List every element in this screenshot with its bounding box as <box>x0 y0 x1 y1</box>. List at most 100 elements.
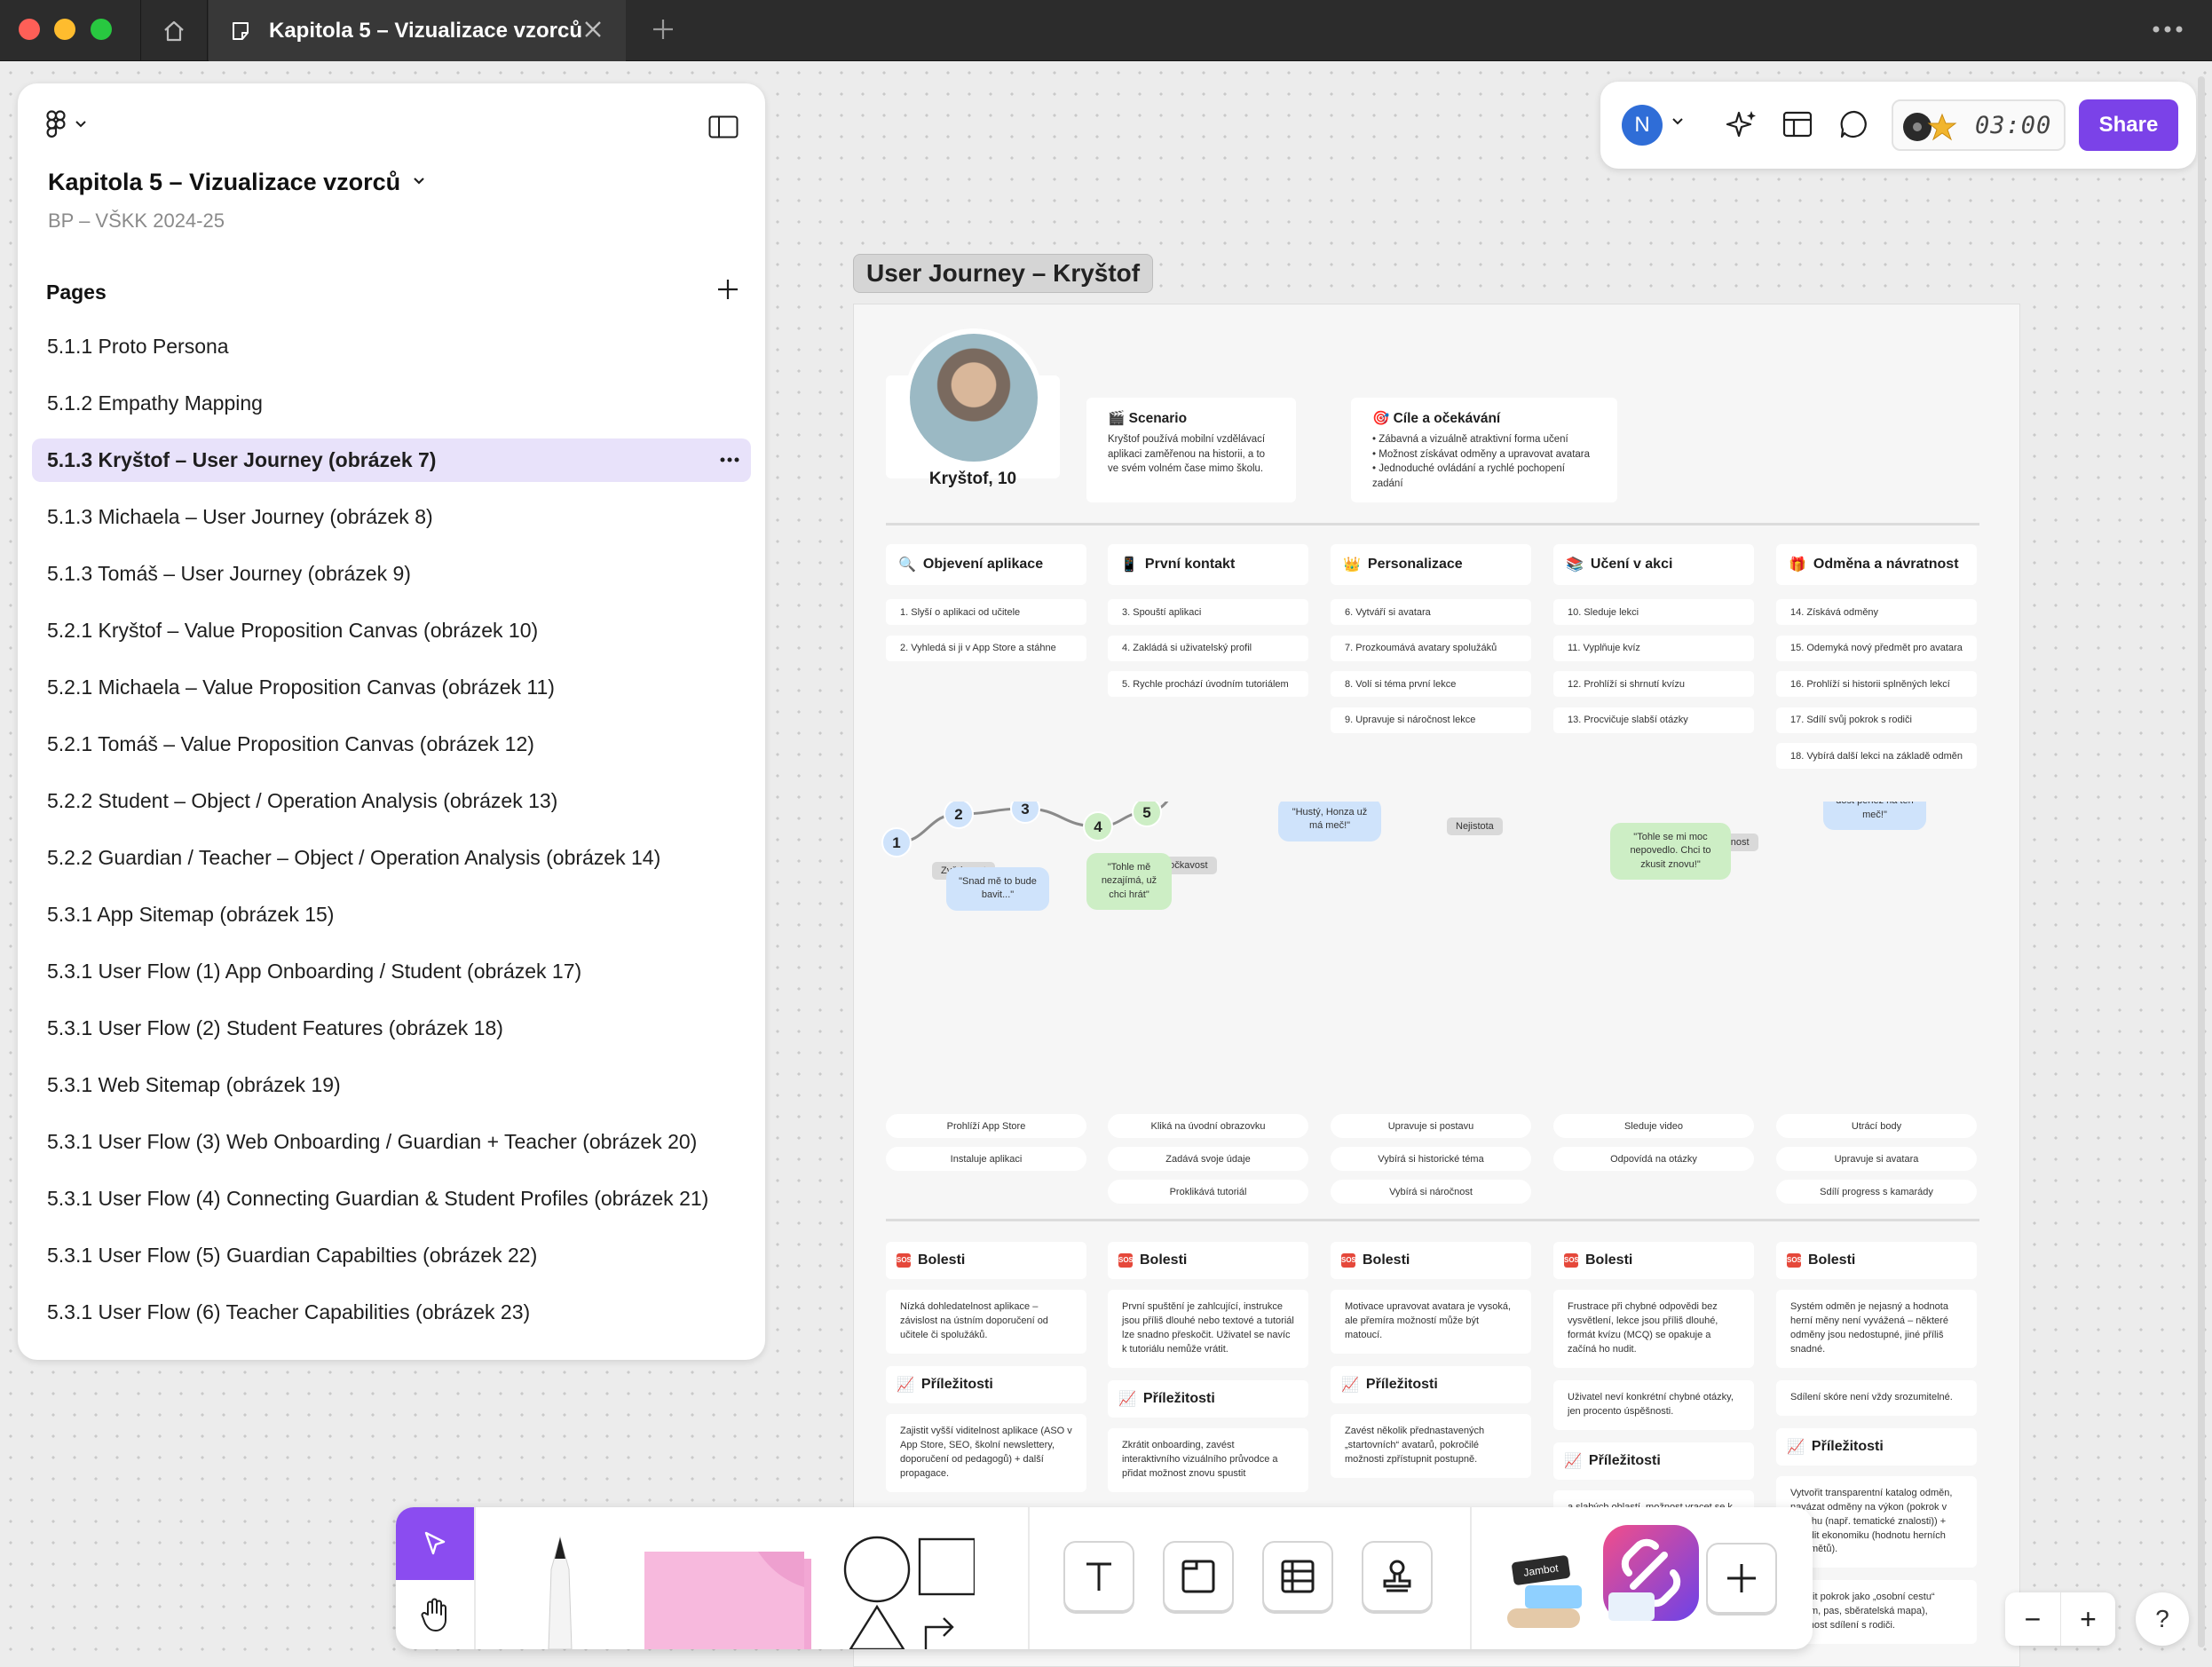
close-window-button[interactable] <box>19 19 40 40</box>
close-tab-icon[interactable] <box>581 18 604 41</box>
page-item[interactable]: 5.3.1 User Flow (5) Guardian Capabilties… <box>32 1234 751 1277</box>
pains-header-text: Bolesti <box>1363 1252 1410 1268</box>
stickers-widgets-tool[interactable]: Jambot <box>1505 1552 1594 1631</box>
opportunities-header-text: Příležitosti <box>1588 1452 1661 1468</box>
journey-node: 1 <box>881 827 912 857</box>
action-pill: Vybírá si historické téma <box>1331 1147 1531 1171</box>
left-panel: Kapitola 5 – Vizualizace vzorců BP – VŠK… <box>18 83 765 1360</box>
note-card: Zajistit vyšší viditelnost aplikace (ASO… <box>886 1413 1086 1492</box>
page-item[interactable]: 5.2.2 Guardian / Teacher – Object / Oper… <box>32 836 751 880</box>
goals-list: • Zábavná a vizuálně atraktivní forma uč… <box>1372 432 1596 492</box>
page-item[interactable]: 5.2.1 Tomáš – Value Proposition Canvas (… <box>32 723 751 766</box>
select-tool[interactable] <box>396 1507 474 1580</box>
page-item[interactable]: 5.2.1 Kryštof – Value Proposition Canvas… <box>32 609 751 652</box>
page-item[interactable]: 5.1.3 Michaela – User Journey (obrázek 8… <box>32 495 751 539</box>
add-page-icon[interactable] <box>715 277 740 302</box>
chart-up-icon: 📈 <box>1787 1439 1805 1455</box>
zoom-window-button[interactable] <box>91 19 112 40</box>
quote-bubble: "Konečně mám dost peněz na ten meč!" <box>1823 802 1926 831</box>
phase-title: Učení v akci <box>1590 557 1673 572</box>
page-more-icon[interactable] <box>719 449 740 470</box>
home-button[interactable] <box>140 0 208 61</box>
main-menu-button[interactable] <box>46 110 87 138</box>
page-item[interactable]: 5.3.1 User Flow (1) App Onboarding / Stu… <box>32 950 751 993</box>
plugins-icon[interactable] <box>1598 1520 1704 1626</box>
chart-up-icon: 📈 <box>1564 1453 1582 1469</box>
page-item[interactable]: 5.3.1 Web Sitemap (obrázek 19) <box>32 1063 751 1107</box>
sidebar-toggle-icon[interactable] <box>708 115 739 138</box>
user-journey-board[interactable]: Kryštof, 10 🎬 Scenario Kryštof používá m… <box>853 304 2020 1667</box>
avatar[interactable]: N <box>1622 105 1663 146</box>
chevron-down-icon[interactable] <box>412 176 426 186</box>
page-item[interactable]: 5.3.1 User Flow (6) Teacher Capabilities… <box>32 1291 751 1334</box>
scenario-title: 🎬 Scenario <box>1108 411 1188 426</box>
page-item-label: 5.1.3 Tomáš – User Journey (obrázek 9) <box>47 562 411 585</box>
note-card: Zkrátit onboarding, zavést interaktivníh… <box>1108 1427 1308 1492</box>
pains-header: SOS Bolesti <box>1776 1242 1977 1279</box>
action-pill: Upravuje si avatara <box>1776 1147 1977 1171</box>
page-item-label: 5.2.1 Tomáš – Value Proposition Canvas (… <box>47 732 534 755</box>
phase-title: Personalizace <box>1367 557 1463 572</box>
avatars-chip <box>1507 1608 1580 1628</box>
stamp-tool[interactable] <box>1362 1541 1433 1612</box>
shapes-tool[interactable] <box>841 1534 975 1649</box>
file-title[interactable]: Kapitola 5 – Vizualizace vzorců <box>48 169 400 196</box>
zoom-out-label: − <box>2024 1602 2042 1635</box>
action-pill: Sdílí progress s kamarády <box>1776 1180 1977 1204</box>
hand-tool[interactable] <box>396 1580 474 1649</box>
project-name[interactable]: BP – VŠKK 2024-25 <box>48 209 225 233</box>
page-item-label: 5.2.2 Guardian / Teacher – Object / Oper… <box>47 846 661 869</box>
journey-step: 16. Prohlíží si historii splněných lekcí <box>1776 671 1977 698</box>
table-tool[interactable] <box>1262 1541 1333 1612</box>
note-card: Uživatel neví konkrétní chybné otázky, j… <box>1553 1379 1754 1430</box>
page-item[interactable]: 5.1.3 Kryštof – User Journey (obrázek 7) <box>32 438 751 482</box>
page-item[interactable]: 5.3.1 App Sitemap (obrázek 15) <box>32 893 751 936</box>
svg-text:5: 5 <box>1142 804 1150 821</box>
timer-widget[interactable]: 03:00 <box>1892 99 2066 151</box>
page-item-label: 5.2.1 Michaela – Value Proposition Canva… <box>47 675 555 699</box>
toolbar-divider <box>474 1507 476 1649</box>
persona-name: Kryštof, 10 <box>928 470 1017 488</box>
share-button[interactable]: Share <box>2079 99 2178 151</box>
frame-label[interactable]: User Journey – Kryštof <box>853 254 1154 293</box>
emotion-curve: 123456789101112131415161718ZvědavostNedo… <box>881 802 1926 911</box>
marker-tool[interactable] <box>520 1534 600 1649</box>
page-item[interactable]: 5.2.2 Student – Object / Operation Analy… <box>32 779 751 823</box>
minimize-window-button[interactable] <box>54 19 75 40</box>
zoom-in-label: + <box>2080 1602 2097 1635</box>
page-item-label: 5.3.1 User Flow (2) Student Features (ob… <box>47 1016 503 1039</box>
phase-icon: 🔍 <box>898 557 916 573</box>
zoom-in-button[interactable]: + <box>2060 1592 2115 1646</box>
vertical-scrollbar[interactable] <box>2198 76 2205 1647</box>
pains-header: SOS Bolesti <box>886 1242 1086 1279</box>
templates-icon[interactable] <box>1781 108 1813 140</box>
sticky-note-tool[interactable] <box>643 1543 820 1649</box>
chevron-down-icon[interactable] <box>1671 117 1684 126</box>
journey-step: 18. Vybírá další lekci na základě odměn <box>1776 743 1977 770</box>
more-tools-button[interactable] <box>1706 1543 1777 1614</box>
new-tab-icon[interactable] <box>651 17 675 42</box>
ai-sparkle-icon[interactable] <box>1725 108 1758 142</box>
page-item[interactable]: 5.1.2 Empathy Mapping <box>32 382 751 425</box>
page-item[interactable]: 5.1.3 Tomáš – User Journey (obrázek 9) <box>32 552 751 596</box>
top-toolbar: N 03:00 Share <box>1600 82 2196 169</box>
note-card: Motivace upravovat avatara je vysoká, al… <box>1331 1290 1531 1354</box>
page-item[interactable]: 5.2.1 Michaela – Value Proposition Canva… <box>32 666 751 709</box>
page-item[interactable]: 5.1.1 Proto Persona <box>32 325 751 368</box>
more-menu-icon[interactable] <box>2152 25 2184 34</box>
scenario-card: 🎬 Scenario Kryštof používá mobilní vzděl… <box>1086 398 1296 502</box>
document-tab[interactable]: Kapitola 5 – Vizualizace vzorců <box>209 0 626 61</box>
pains-header-text: Bolesti <box>1585 1252 1633 1268</box>
phase-header: 📚 Učení v akci <box>1553 544 1754 585</box>
note-card: Systém odměn je nejasný a hodnota herní … <box>1776 1290 1977 1368</box>
star-icon <box>1927 113 1957 141</box>
section-tool[interactable] <box>1163 1541 1234 1612</box>
hand-icon <box>421 1598 446 1631</box>
zoom-out-button[interactable]: − <box>2005 1592 2060 1646</box>
page-item[interactable]: 5.3.1 User Flow (3) Web Onboarding / Gua… <box>32 1120 751 1164</box>
help-button[interactable]: ? <box>2136 1592 2189 1646</box>
page-item[interactable]: 5.3.1 User Flow (4) Connecting Guardian … <box>32 1177 751 1221</box>
comment-icon[interactable] <box>1838 108 1870 140</box>
text-tool[interactable] <box>1063 1541 1134 1612</box>
page-item[interactable]: 5.3.1 User Flow (2) Student Features (ob… <box>32 1007 751 1050</box>
